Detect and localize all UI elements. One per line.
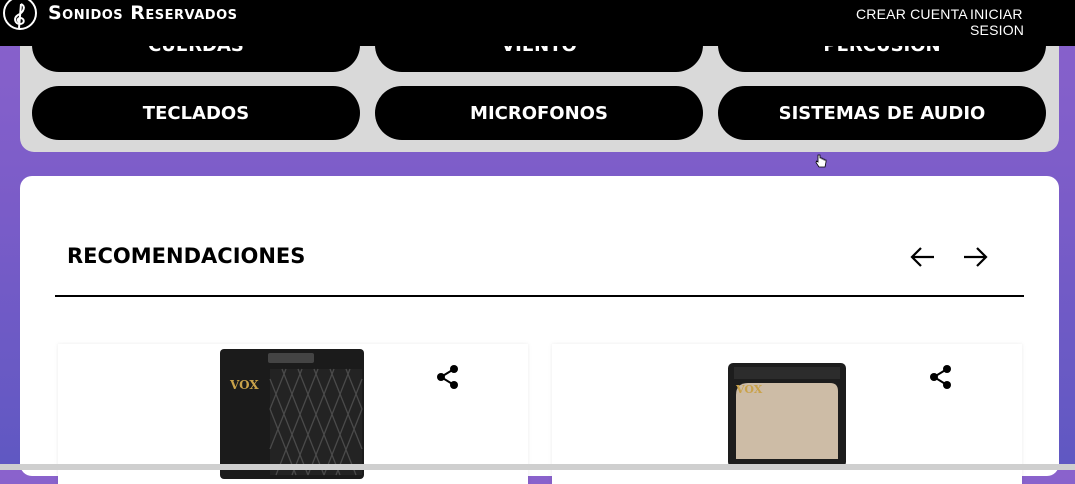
product-card[interactable]: VOX	[58, 344, 528, 484]
recommendations-title: RECOMENDACIONES	[67, 244, 306, 268]
create-account-link[interactable]: CREAR CUENTA	[856, 6, 968, 22]
bottom-scroll-edge	[0, 464, 1075, 470]
title-divider	[55, 295, 1024, 297]
category-button-microfonos[interactable]: MICROFONOS	[375, 86, 703, 140]
product-image-amplifier[interactable]: VOX	[726, 363, 848, 467]
share-icon[interactable]	[436, 364, 460, 390]
product-image-amplifier[interactable]: VOX	[218, 349, 366, 479]
product-brand-logo: VOX	[229, 378, 259, 392]
recommendations-panel: RECOMENDACIONES VOX VOX	[20, 176, 1059, 484]
brand-name[interactable]: Sonidos Reservados	[48, 2, 237, 24]
product-brand-logo: VOX	[735, 383, 763, 396]
arrow-right-icon[interactable]	[961, 244, 989, 270]
top-navbar: Sonidos Reservados CREAR CUENTA INICIAR …	[0, 0, 1075, 46]
category-button-teclados[interactable]: TECLADOS	[32, 86, 360, 140]
arrow-left-icon[interactable]	[909, 244, 937, 270]
product-card[interactable]: VOX	[552, 344, 1022, 484]
hand-cursor-icon	[815, 154, 827, 168]
category-button-sistemas-de-audio[interactable]: SISTEMAS DE AUDIO	[718, 86, 1046, 140]
share-icon[interactable]	[929, 364, 953, 390]
treble-clef-icon[interactable]	[2, 0, 38, 30]
login-link[interactable]: INICIAR SESION	[970, 6, 1075, 38]
